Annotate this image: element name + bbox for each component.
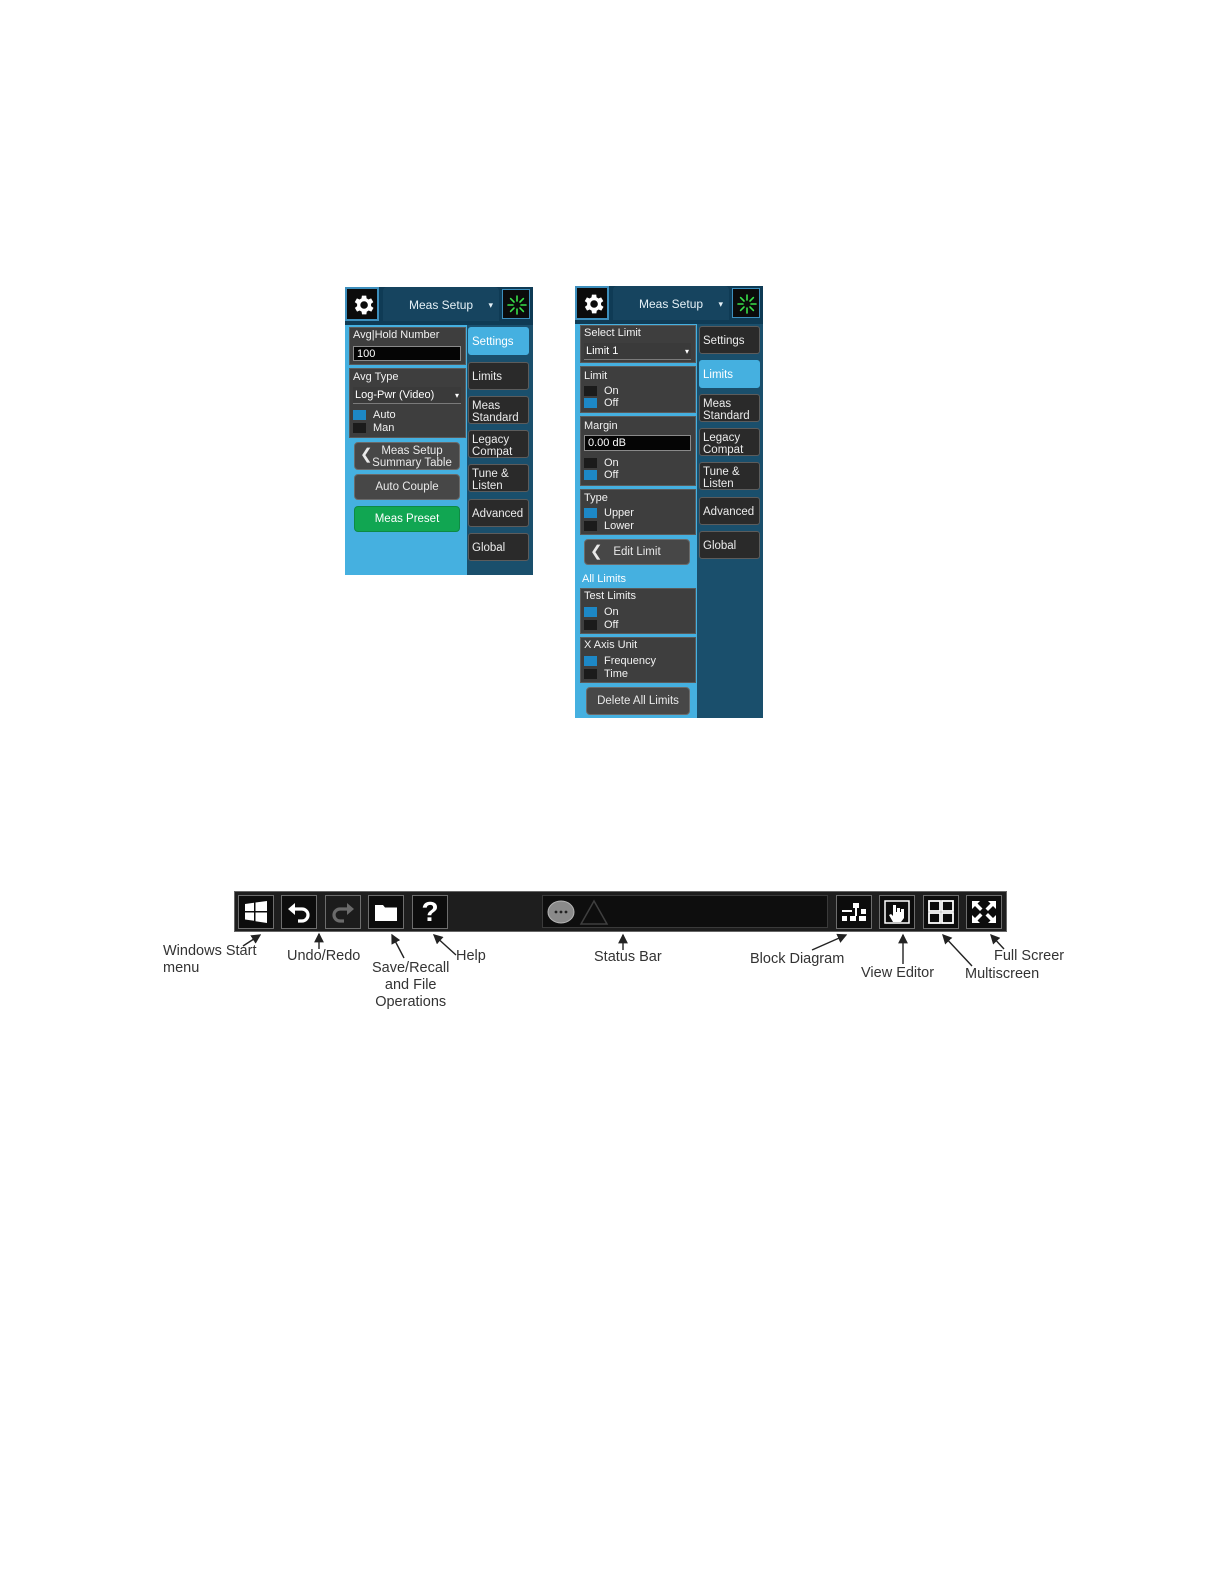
help-callout: Help <box>456 948 486 964</box>
save-recall-arrow <box>391 933 405 959</box>
callout-line: Operations <box>375 994 447 1010</box>
view-editor-callout: View Editor <box>861 965 935 981</box>
multiscreen-callout: Multiscreen <box>965 966 1040 982</box>
block-diagram-arrow <box>811 933 848 951</box>
callout-line: menu <box>163 960 200 976</box>
callout-arrows <box>242 932 1005 967</box>
callout-line: Save/Recall <box>372 960 450 976</box>
full-screen-arrow <box>990 933 1005 950</box>
multiscreen-arrow <box>942 933 973 967</box>
full-screen-callout: Full Screer <box>994 948 1065 964</box>
save-recall-callout: Save/Recall and File Operations <box>372 960 449 1011</box>
callout-line: and File <box>384 977 437 993</box>
windows-start-callout: Windows Start menu <box>163 943 256 977</box>
block-diagram-callout: Block Diagram <box>750 951 845 967</box>
status-bar-callout: Status Bar <box>594 949 662 965</box>
undo-redo-callout: Undo/Redo <box>287 948 361 964</box>
help-arrow <box>432 934 457 956</box>
callout-line: Windows Start <box>163 943 257 959</box>
